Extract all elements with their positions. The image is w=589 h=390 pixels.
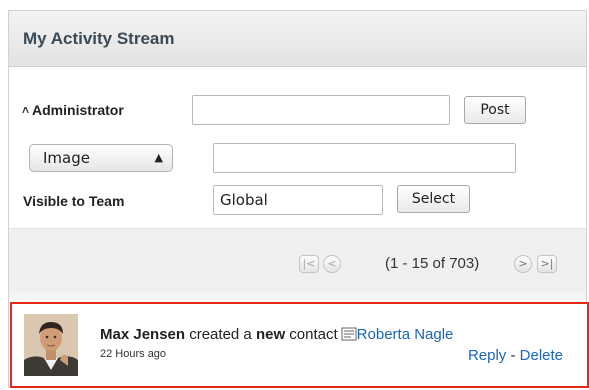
activity-description: Max Jensen created a new contact Roberta… <box>100 326 453 345</box>
reply-link[interactable]: Reply <box>468 347 506 364</box>
dashlet-title: My Activity Stream <box>23 29 175 48</box>
note-icon <box>341 327 357 345</box>
avatar <box>24 314 78 376</box>
user-toggle[interactable]: ˄ Administrator <box>22 102 124 118</box>
first-page-icon[interactable]: |< <box>299 255 319 273</box>
status-input[interactable] <box>192 95 450 125</box>
attachment-input[interactable] <box>213 143 516 173</box>
action-separator: - <box>510 347 516 364</box>
delete-link[interactable]: Delete <box>520 347 563 364</box>
post-button[interactable]: Post <box>464 96 526 124</box>
pagination-range: (1 - 15 of 703) <box>385 255 480 272</box>
activity-target-link[interactable]: Roberta Nagle <box>357 326 454 343</box>
select-arrows-icon: ▲ <box>154 151 163 164</box>
post-form: ˄ Administrator Post Image ▲ Visible to T… <box>9 68 586 228</box>
pagination-bar: |< < (1 - 15 of 703) > >| <box>9 228 586 292</box>
activity-item: Max Jensen created a new contact Roberta… <box>10 302 589 388</box>
user-label: Administrator <box>32 102 124 118</box>
activity-timestamp: 22 Hours ago <box>100 348 167 360</box>
visible-to-team-label: Visible to Team <box>23 193 125 209</box>
collapse-icon[interactable]: ˄ <box>22 103 29 117</box>
activity-verb: created a <box>189 326 252 343</box>
previous-page-icon[interactable]: < <box>323 255 341 273</box>
dashlet-header: My Activity Stream <box>9 11 586 67</box>
attachment-type-value: Image <box>43 149 90 167</box>
attachment-type-select[interactable]: Image ▲ <box>29 144 173 172</box>
next-page-icon[interactable]: > <box>514 255 532 273</box>
select-team-button[interactable]: Select <box>397 185 470 213</box>
section-gap <box>9 292 586 302</box>
activity-actions: Reply - Delete <box>468 347 563 364</box>
activity-user-name[interactable]: Max Jensen <box>100 326 185 343</box>
activity-new-keyword: new <box>255 326 286 343</box>
activity-object-type: contact <box>289 326 338 343</box>
team-input[interactable]: Global <box>213 185 383 215</box>
last-page-icon[interactable]: >| <box>537 255 557 273</box>
